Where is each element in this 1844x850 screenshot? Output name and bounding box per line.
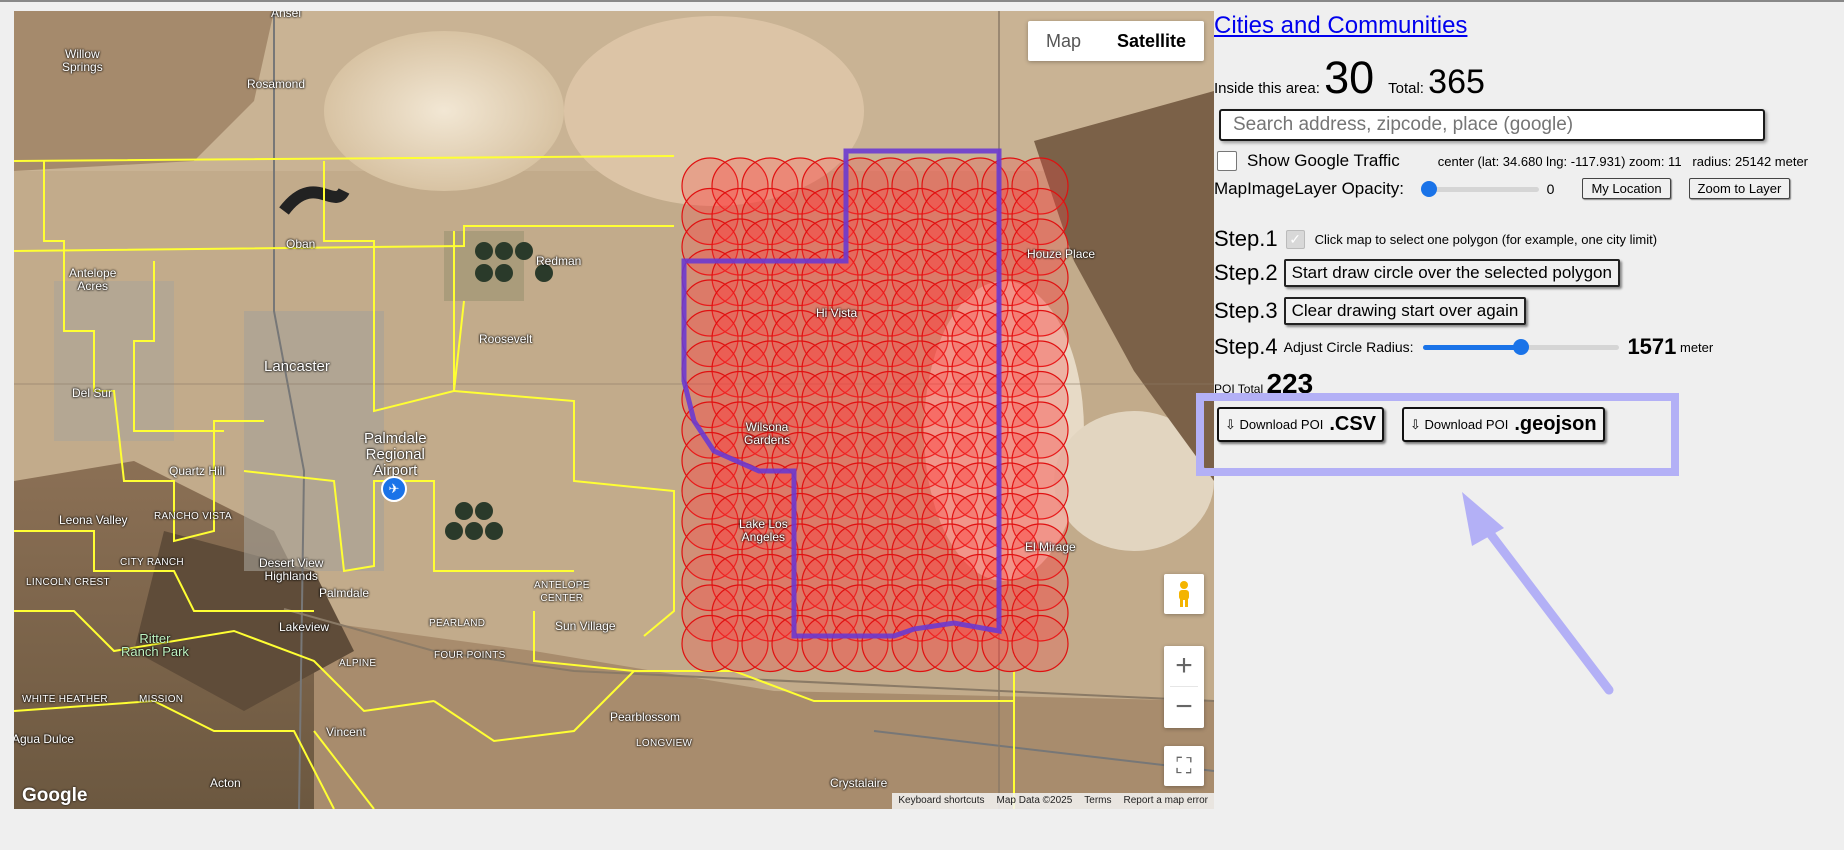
map-label-longview: LONGVIEW <box>636 738 693 749</box>
map-label-desert-view: Desert View Highlands <box>259 556 324 583</box>
circle-grid <box>681 157 1069 673</box>
annotation-arrow-icon <box>1462 492 1614 695</box>
map-label-palmdale-airport: Palmdale Regional Airport <box>364 430 427 479</box>
map-label-rancho-vista: RANCHO VISTA <box>154 511 232 522</box>
map-label-antelope-center: ANTELOPE CENTER <box>534 580 590 604</box>
map-view[interactable]: Ansel Willow Springs Rosamond Oban Redma… <box>14 11 1214 809</box>
map-type-control: Map Satellite <box>1027 21 1204 61</box>
map-label-houze-place: Houze Place <box>1027 247 1096 261</box>
map-label-pearblossom: Pearblossom <box>610 710 681 724</box>
map-attribution: Keyboard shortcuts Map Data ©2025 Terms … <box>892 793 1214 809</box>
zoom-out-button[interactable]: − <box>1164 687 1204 727</box>
keyboard-shortcuts-link[interactable]: Keyboard shortcuts <box>892 793 990 809</box>
map-label-del-sur: Del Sur <box>72 386 113 400</box>
map-type-satellite-button[interactable]: Satellite <box>1099 21 1204 61</box>
zoom-in-button[interactable]: + <box>1164 646 1204 686</box>
map-label-antelope-acres: Antelope Acres <box>69 266 117 293</box>
map-label-hi-vista: Hi Vista <box>816 306 858 320</box>
satellite-imagery <box>14 11 1214 809</box>
radius-unit: meter <box>1676 339 1714 355</box>
map-label-wilsona-gardens: Wilsona Gardens <box>744 420 791 447</box>
map-data-text: Map Data ©2025 <box>996 795 1073 806</box>
map-label-redman: Redman <box>536 254 582 268</box>
airport-icon: ✈ <box>381 476 407 502</box>
map-label-lincoln-crest: LINCOLN CREST <box>26 577 110 588</box>
map-label-city-ranch: CITY RANCH <box>120 557 184 568</box>
map-label-willow-springs: Willow Springs <box>62 47 103 74</box>
map-label-vincent: Vincent <box>326 725 366 739</box>
coverage-circle <box>1011 614 1069 673</box>
map-label-white-heather: WHITE HEATHER <box>22 694 108 705</box>
map-label-lancaster: Lancaster <box>264 358 330 375</box>
report-error-link[interactable]: Report a map error <box>1118 793 1214 809</box>
map-label-ritter-ranch: Ritter Ranch Park <box>121 631 189 659</box>
map-label-quartz-hill: Quartz Hill <box>169 464 226 478</box>
map-label-rosamond: Rosamond <box>247 77 306 91</box>
map-label-sun-village: Sun Village <box>555 619 616 633</box>
map-label-ansel: Ansel <box>271 11 302 20</box>
pegman-icon[interactable] <box>1164 574 1204 614</box>
terms-link[interactable]: Terms <box>1078 793 1117 809</box>
google-logo: Google <box>22 785 88 806</box>
map-label-el-mirage: El Mirage <box>1025 540 1076 554</box>
map-label-agua-dulce: Agua Dulce <box>14 732 75 746</box>
map-label-lake-los-angeles: Lake Los Angeles <box>739 517 788 544</box>
map-label-palmdale: Palmdale <box>319 586 370 600</box>
fullscreen-button[interactable]: ⛶ <box>1164 746 1204 786</box>
map-label-roosevelt: Roosevelt <box>479 332 533 346</box>
map-label-oban: Oban <box>286 237 316 251</box>
zoom-control: + − <box>1164 646 1204 728</box>
map-label-crystalaire: Crystalaire <box>830 776 888 790</box>
map-label-alpine: ALPINE <box>339 658 377 669</box>
map-label-lakeview: Lakeview <box>279 620 330 634</box>
fullscreen-icon: ⛶ <box>1176 753 1192 778</box>
map-label-four-points: FOUR POINTS <box>434 650 506 661</box>
map-label-pearland: PEARLAND <box>429 618 486 629</box>
map-label-acton: Acton <box>210 776 241 790</box>
map-label-leona-valley: Leona Valley <box>59 513 128 527</box>
zoom-to-layer-button[interactable]: Zoom to Layer <box>1688 178 1791 199</box>
map-type-map-button[interactable]: Map <box>1028 21 1099 61</box>
map-label-mission: MISSION <box>139 694 184 705</box>
radius-value: 1571 <box>1627 334 1677 359</box>
